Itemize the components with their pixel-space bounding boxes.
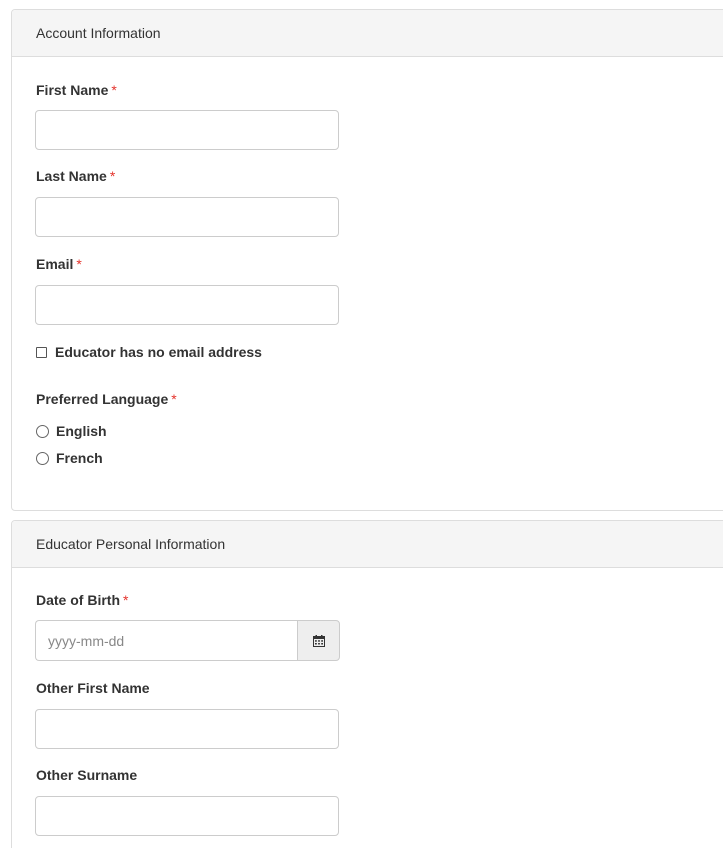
french-radio-label: French [56,450,103,466]
last-name-input[interactable] [35,197,339,237]
english-radio[interactable] [36,424,49,438]
other-first-name-input[interactable] [35,709,339,749]
date-of-birth-label: Date of Birth * [36,592,128,608]
calendar-icon [312,634,325,647]
language-option-french[interactable]: French [36,450,103,466]
date-of-birth-label-text: Date of Birth [36,592,120,608]
other-surname-input[interactable] [35,796,339,836]
first-name-input[interactable] [35,110,339,150]
educator-personal-information-panel: Educator Personal Information Date of Bi… [11,520,723,848]
french-radio[interactable] [36,451,49,465]
date-of-birth-input[interactable] [35,620,297,661]
last-name-label: Last Name * [36,168,115,184]
no-email-checkbox-label: Educator has no email address [55,344,262,360]
required-asterisk: * [109,168,116,184]
educator-personal-information-heading: Educator Personal Information [12,521,723,568]
required-asterisk: * [171,391,177,407]
email-input[interactable] [35,285,339,325]
first-name-label-text: First Name [36,82,109,98]
date-of-birth-group [35,620,340,661]
preferred-language-label-text: Preferred Language [36,391,169,407]
email-label-text: Email [36,256,74,272]
account-information-panel: Account Information First Name * Last Nam… [11,9,723,511]
no-email-checkbox-row[interactable]: Educator has no email address [36,344,262,360]
no-email-checkbox[interactable] [36,346,47,358]
english-radio-label: English [56,423,107,439]
last-name-label-text: Last Name [36,168,107,184]
account-information-heading: Account Information [12,10,723,57]
preferred-language-label: Preferred Language * [36,391,177,407]
email-label: Email * [36,256,82,272]
other-first-name-label: Other First Name [36,680,150,696]
required-asterisk: * [111,82,117,98]
first-name-label: First Name * [36,82,117,98]
required-asterisk: * [76,256,82,272]
other-surname-label: Other Surname [36,767,138,783]
required-asterisk: * [123,592,129,608]
calendar-button[interactable] [297,620,340,661]
language-option-english[interactable]: English [36,423,107,439]
